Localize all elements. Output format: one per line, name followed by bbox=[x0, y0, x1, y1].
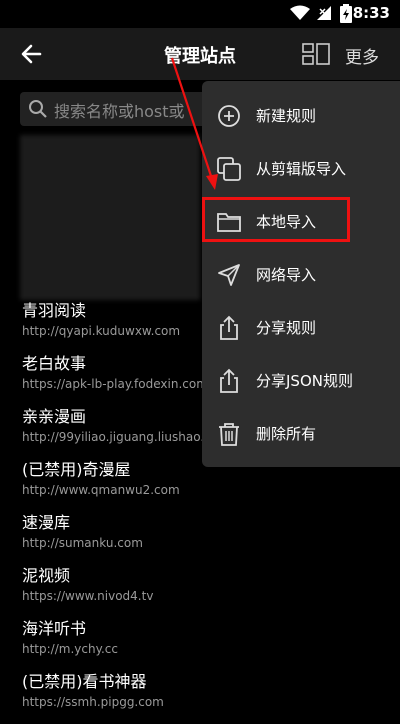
site-url: http://m.ychy.cc bbox=[22, 642, 118, 656]
highlight-box bbox=[202, 197, 350, 242]
menu-item-label: 新建规则 bbox=[256, 107, 317, 125]
wifi-icon bbox=[290, 5, 310, 20]
site-name: 速漫库 bbox=[22, 513, 71, 532]
list-item[interactable]: 泥视频 https://www.nivod4.tv bbox=[22, 565, 392, 618]
search-input[interactable]: 搜索名称或host或 bbox=[20, 92, 220, 126]
share-icon bbox=[220, 368, 238, 393]
menu-item-share-json-rule[interactable]: 分享JSON规则 bbox=[202, 354, 400, 407]
menu-item-share-rule[interactable]: 分享规则 bbox=[202, 301, 400, 354]
page-title: 管理站点 bbox=[164, 46, 236, 67]
menu-item-new-rule[interactable]: 新建规则 bbox=[202, 89, 400, 142]
trash-icon bbox=[219, 423, 239, 446]
site-name: 海洋听书 bbox=[22, 619, 87, 638]
copy-icon bbox=[217, 157, 241, 181]
site-name: (已禁用)看书神器 bbox=[22, 672, 147, 691]
send-icon bbox=[218, 264, 240, 286]
plus-circle-icon bbox=[218, 105, 240, 127]
clock: 8:33 bbox=[352, 4, 390, 22]
status-bar: 8:33 bbox=[0, 0, 400, 28]
layout-toggle-icon[interactable] bbox=[302, 43, 330, 65]
menu-item-label: 分享JSON规则 bbox=[256, 372, 353, 390]
menu-item-label: 网络导入 bbox=[256, 266, 317, 284]
share-icon bbox=[220, 315, 238, 340]
site-url: https://www.nivod4.tv bbox=[22, 589, 154, 603]
more-menu: 新建规则 从剪辑版导入 本地导入 网络导入 分享规则 分享JSON规则 删除所有 bbox=[202, 81, 400, 467]
search-placeholder: 搜索名称或host或 bbox=[54, 102, 185, 121]
battery-charging-icon bbox=[340, 4, 352, 23]
menu-item-label: 删除所有 bbox=[256, 425, 317, 443]
search-icon bbox=[29, 100, 47, 118]
more-button[interactable]: 更多 bbox=[345, 43, 379, 68]
site-name: 泥视频 bbox=[22, 566, 71, 585]
menu-item-network-import[interactable]: 网络导入 bbox=[202, 248, 400, 301]
site-url: http://www.qmanwu2.com bbox=[22, 483, 180, 497]
menu-item-delete-all[interactable]: 删除所有 bbox=[202, 407, 400, 460]
blurred-thumbnail bbox=[20, 135, 200, 300]
list-item[interactable]: 速漫库 http://sumanku.com bbox=[22, 512, 392, 565]
site-url: http://sumanku.com bbox=[22, 536, 143, 550]
list-item[interactable]: 海洋听书 http://m.ychy.cc bbox=[22, 618, 392, 671]
menu-item-label: 从剪辑版导入 bbox=[256, 160, 347, 178]
signal-off-icon bbox=[317, 6, 331, 20]
menu-item-clipboard-import[interactable]: 从剪辑版导入 bbox=[202, 142, 400, 195]
menu-item-label: 分享规则 bbox=[256, 319, 317, 337]
list-item[interactable]: (已禁用)看书神器 https://ssmh.pipgg.com bbox=[22, 671, 392, 724]
app-bar: 管理站点 更多 bbox=[0, 28, 400, 80]
site-url: https://ssmh.pipgg.com bbox=[22, 695, 164, 709]
